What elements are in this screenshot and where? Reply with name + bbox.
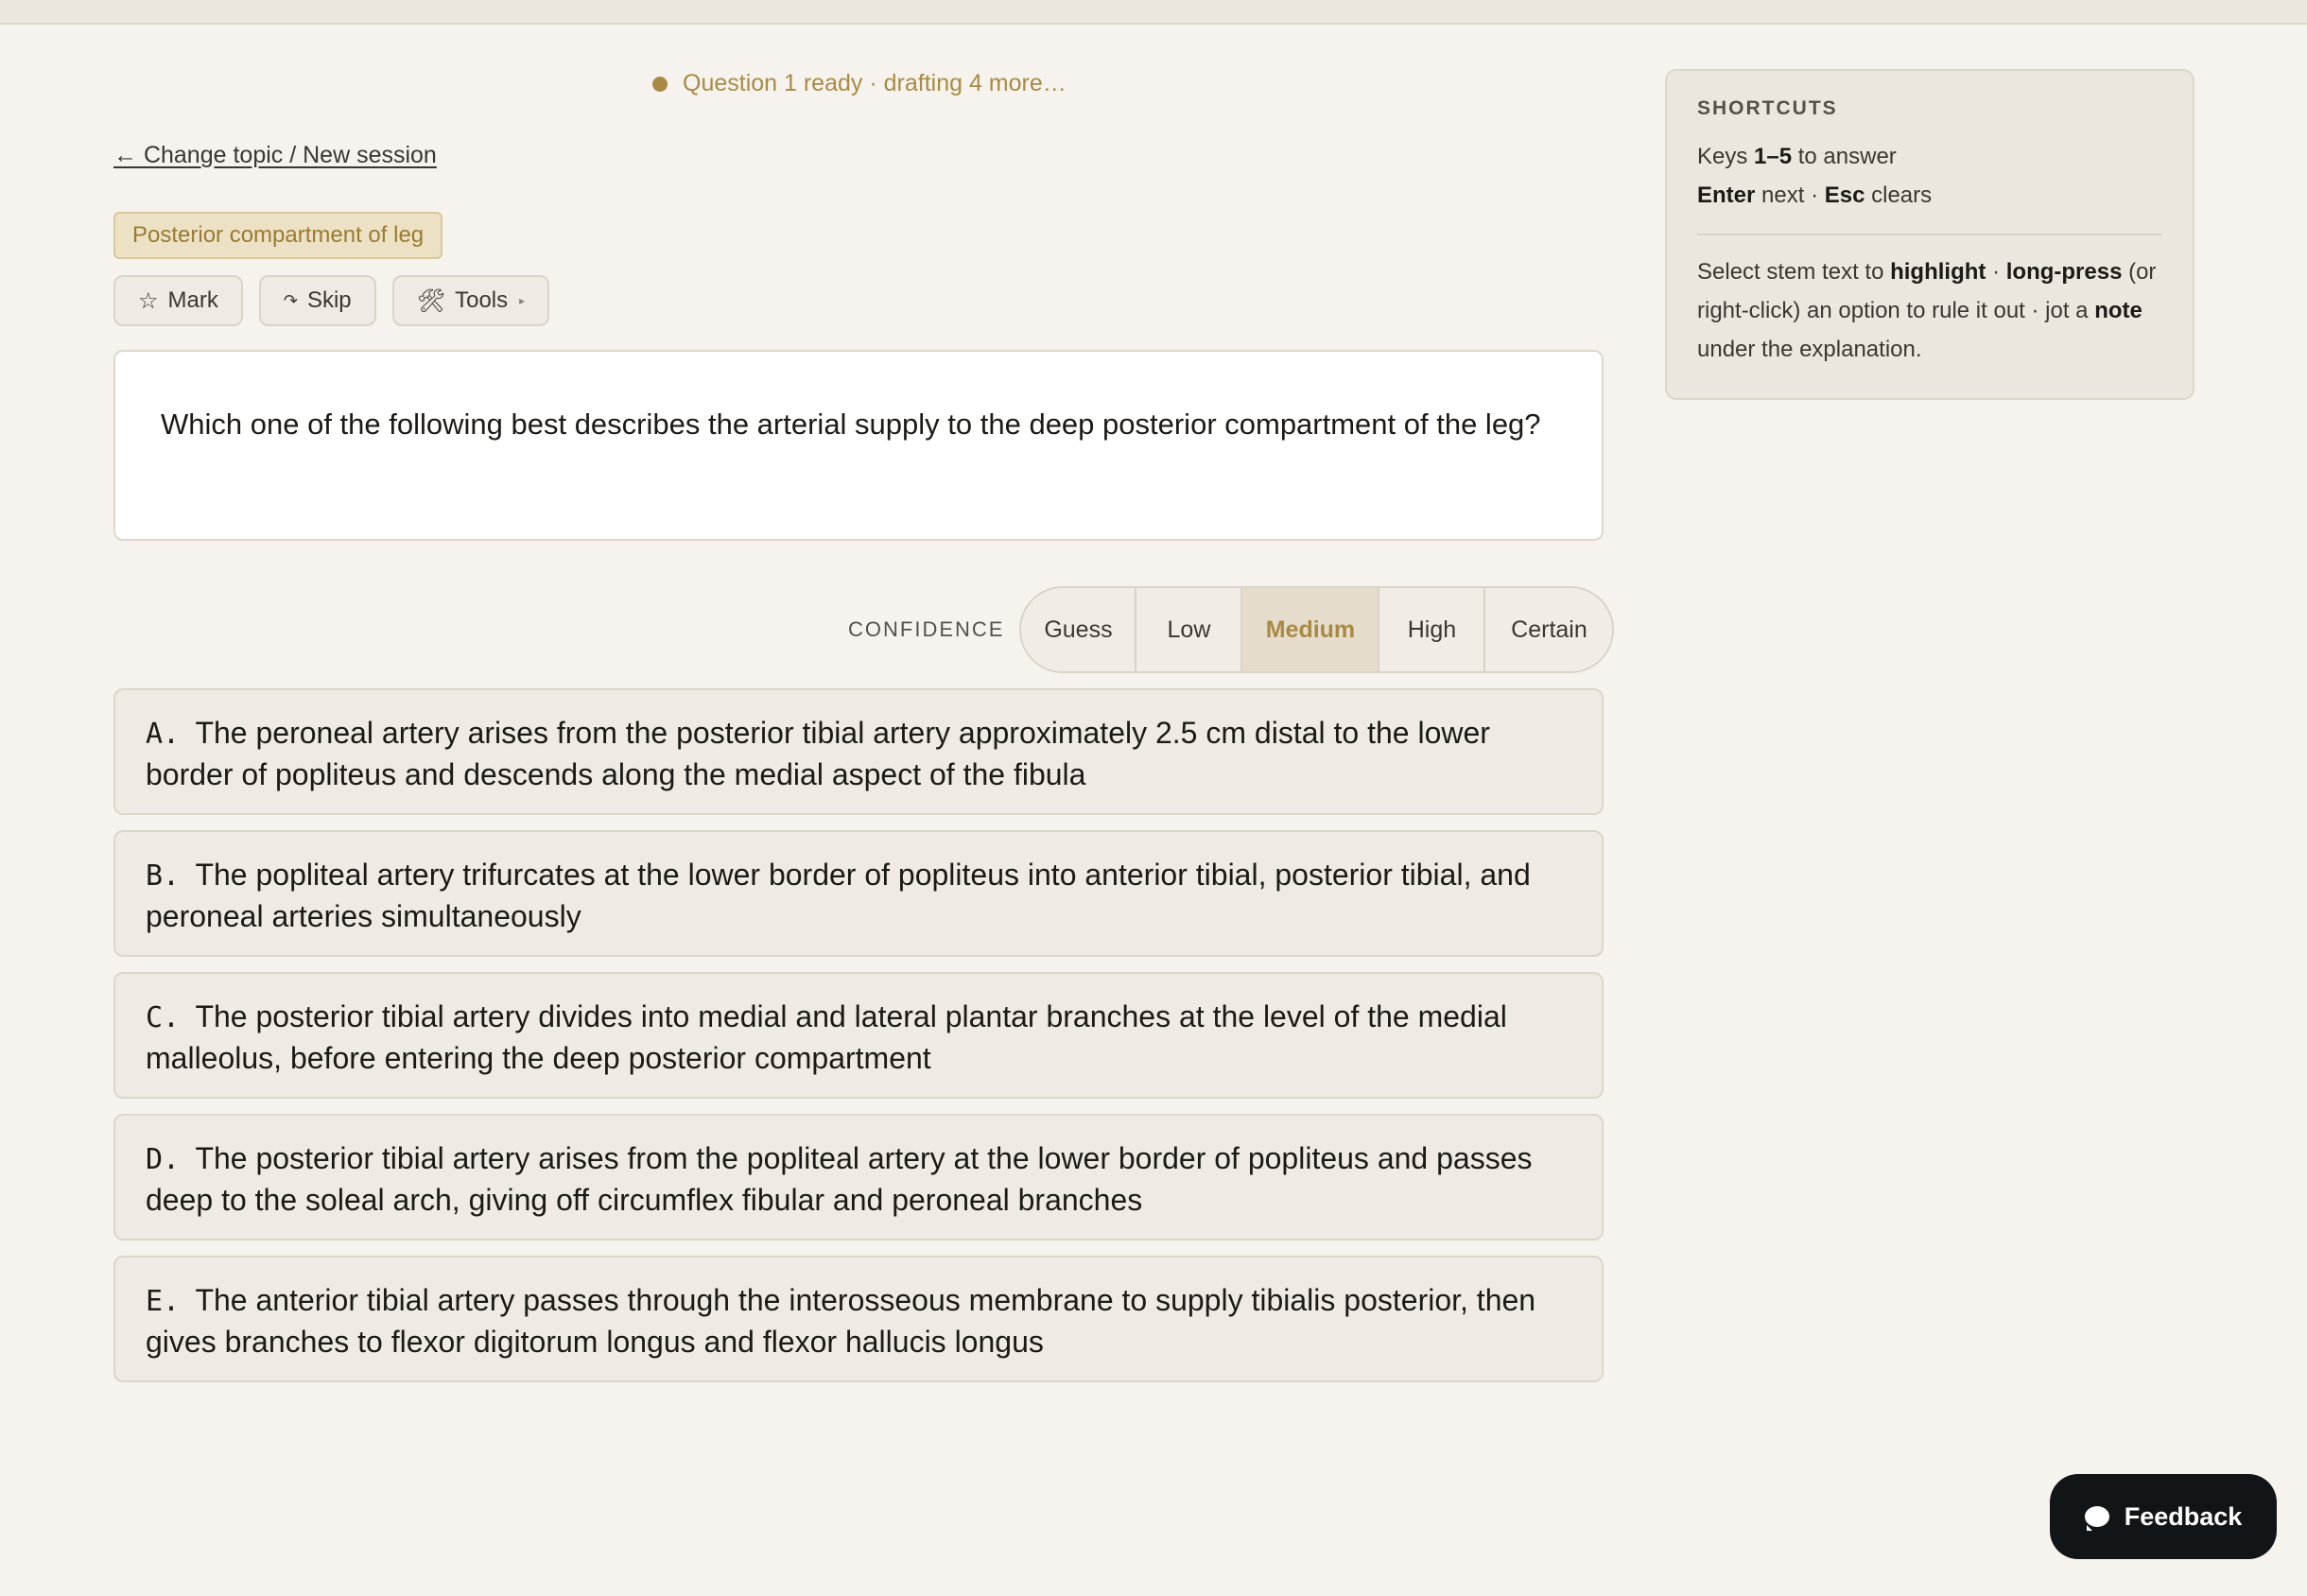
question-stem[interactable]: Which one of the following best describe…	[113, 350, 1604, 541]
shortcuts-tools-help: Select stem text to highlight · long-pre…	[1697, 259, 2157, 362]
topic-badge: Posterior compartment of leg	[113, 212, 443, 259]
option-text: The posterior tibial artery divides into…	[146, 999, 1507, 1075]
generation-status: Question 1 ready · drafting 4 more…	[652, 70, 1067, 97]
option-letter: B.	[146, 859, 181, 893]
confidence-selector: CONFIDENCE Guess Low Medium High Certain	[848, 586, 1615, 673]
mark-label: Mark	[167, 287, 218, 313]
option-text: The peroneal artery arises from the post…	[146, 716, 1490, 791]
answer-option-c[interactable]: C. The posterior tibial artery divides i…	[113, 972, 1604, 1099]
answer-option-a[interactable]: A. The peroneal artery arises from the p…	[113, 688, 1604, 815]
shortcut-key: 1–5	[1754, 144, 1793, 169]
confidence-low[interactable]: Low	[1135, 588, 1241, 671]
confidence-high[interactable]: High	[1378, 588, 1484, 671]
caret-right-icon: ▸	[519, 294, 526, 307]
shortcuts-nav-keys: Enter next · Esc clears	[1697, 182, 1933, 208]
confidence-certain[interactable]: Certain	[1483, 588, 1613, 671]
option-letter: C.	[146, 1001, 181, 1034]
skip-label: Skip	[306, 287, 352, 313]
shortcuts-answer-keys: Keys 1–5 to answer	[1697, 144, 1897, 169]
confidence-guess[interactable]: Guess	[1021, 588, 1136, 671]
skip-icon: ↷	[283, 290, 298, 310]
status-text: Question 1 ready · drafting 4 more…	[683, 70, 1067, 96]
confidence-medium[interactable]: Medium	[1240, 588, 1379, 671]
answer-option-b[interactable]: B. The popliteal artery trifurcates at t…	[113, 830, 1604, 957]
answer-option-e[interactable]: E. The anterior tibial artery passes thr…	[113, 1256, 1604, 1382]
change-topic-link[interactable]: ← Change topic / New session	[113, 142, 437, 169]
feedback-button[interactable]: Feedback	[2050, 1474, 2277, 1559]
mark-button[interactable]: ☆ Mark	[113, 275, 243, 326]
tools-button[interactable]: 🛠 Tools ▸	[391, 275, 550, 326]
confidence-label: CONFIDENCE	[848, 617, 1005, 641]
star-outline-icon: ☆	[138, 287, 159, 314]
option-text: The anterior tibial artery passes throug…	[146, 1283, 1536, 1359]
option-text: The popliteal artery trifurcates at the …	[146, 858, 1531, 933]
chat-bubble-icon	[2084, 1506, 2109, 1531]
option-text: The posterior tibial artery arises from …	[146, 1141, 1533, 1217]
tools-label: Tools	[455, 287, 509, 313]
top-bar	[0, 0, 2307, 25]
question-toolbar: ☆ Mark ↷ Skip 🛠 Tools ▸	[113, 275, 550, 326]
shortcut-key: Esc	[1824, 182, 1865, 208]
shortcuts-divider	[1697, 234, 2162, 235]
tools-icon: 🛠	[416, 287, 446, 314]
answer-option-d[interactable]: D. The posterior tibial artery arises fr…	[113, 1114, 1604, 1240]
skip-button[interactable]: ↷ Skip	[258, 275, 376, 326]
status-dot-icon	[652, 76, 668, 92]
confidence-options: Guess Low Medium High Certain	[1019, 586, 1615, 673]
feedback-label: Feedback	[2124, 1501, 2243, 1531]
shortcuts-panel: SHORTCUTS Keys 1–5 to answer Enter next …	[1665, 69, 2194, 400]
shortcuts-title: SHORTCUTS	[1697, 97, 1838, 119]
option-letter: A.	[146, 718, 181, 751]
shortcut-key: Enter	[1697, 182, 1756, 208]
answer-options: A. The peroneal artery arises from the p…	[113, 688, 1604, 1397]
option-letter: D.	[146, 1143, 181, 1176]
option-letter: E.	[146, 1285, 181, 1318]
